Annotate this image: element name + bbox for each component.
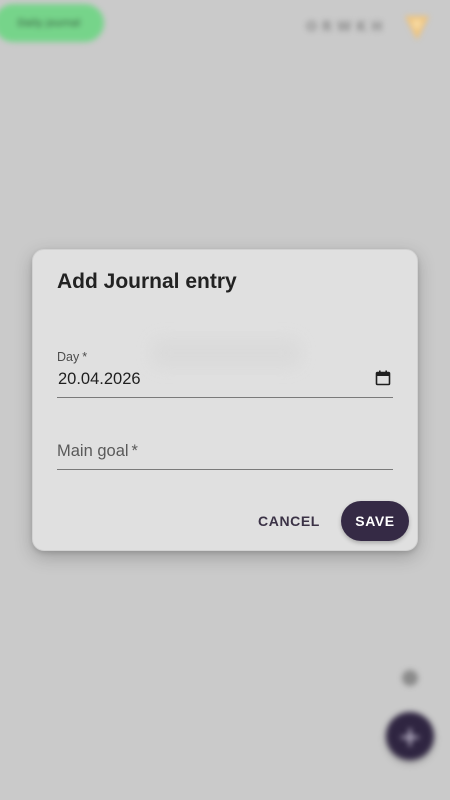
daily-journal-button[interactable]: Daily journal (0, 4, 104, 42)
add-entry-fab[interactable]: + (386, 712, 434, 760)
day-field-underline (57, 397, 393, 398)
day-label-text: Day (57, 350, 80, 364)
small-indicator-icon (402, 670, 418, 686)
main-goal-required-mark: * (131, 442, 138, 460)
dialog-title: Add Journal entry (57, 270, 237, 293)
main-goal-label: Main goal * (57, 442, 138, 461)
add-journal-entry-dialog: Add Journal entry Day * 20.04.2026 Main g… (32, 249, 418, 551)
cancel-button[interactable]: CANCEL (249, 503, 329, 539)
brand-name: ORWKH (306, 20, 388, 35)
save-button[interactable]: SAVE (341, 501, 409, 541)
plus-icon: + (398, 719, 422, 753)
day-label: Day * (57, 350, 87, 364)
main-goal-field-underline (57, 469, 393, 470)
calendar-icon[interactable] (375, 370, 391, 386)
day-input-value[interactable]: 20.04.2026 (58, 370, 141, 389)
main-goal-label-text: Main goal (57, 442, 129, 460)
day-required-mark: * (82, 350, 88, 364)
daily-journal-label: Daily journal (17, 17, 81, 29)
day-field[interactable]: Day * 20.04.2026 (57, 348, 393, 398)
main-goal-field[interactable]: Main goal * (57, 436, 393, 470)
brand-logo-icon (402, 12, 432, 42)
